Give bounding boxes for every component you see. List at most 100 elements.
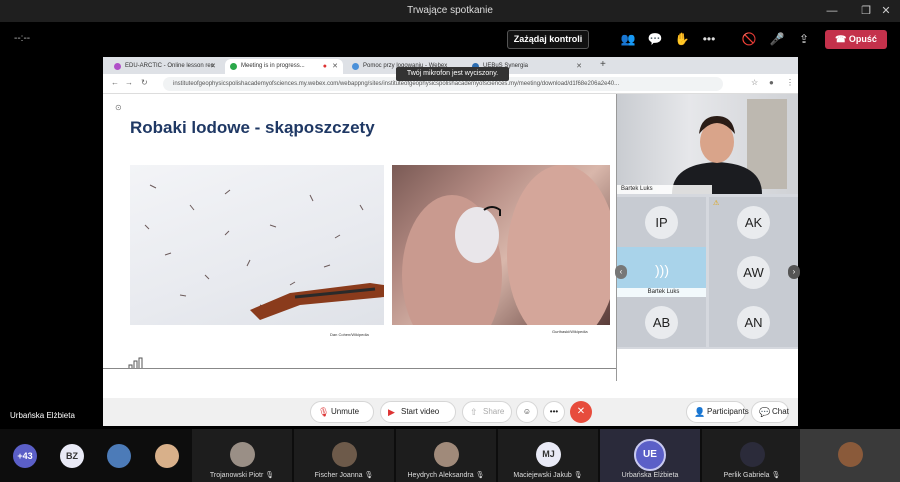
participant-video-tile[interactable]: Trojanowski Piotr 🎙	[192, 429, 292, 482]
request-control-button[interactable]: Zażądaj kontroli	[507, 30, 589, 49]
tab-favicon-icon	[352, 63, 359, 70]
participant-name: Fischer Joanna 🎙	[314, 472, 374, 479]
people-icon[interactable]: 👥	[619, 30, 637, 48]
more-options-icon[interactable]: •••	[700, 30, 718, 48]
reload-icon[interactable]: ↻	[141, 78, 148, 87]
mic-off-icon[interactable]: 🎤	[768, 30, 786, 48]
participant-avatar: AN	[737, 306, 770, 339]
participant-avatar[interactable]: BZ	[60, 444, 84, 468]
participant-tile[interactable]: IP	[617, 197, 706, 247]
active-speaker-video: Bartek Luks	[617, 94, 798, 194]
forward-icon[interactable]: →	[125, 78, 133, 87]
slide-title: Robaki lodowe - skąposzczety	[130, 118, 375, 137]
participant-avatar: AK	[737, 206, 770, 239]
tab-favicon-icon	[230, 63, 237, 70]
participant-avatar: AW	[737, 256, 770, 289]
leave-button[interactable]: ☎ Opuść	[825, 30, 887, 49]
participant-photo-avatar[interactable]	[107, 444, 131, 468]
window-title: Trwające spotkanie	[407, 5, 493, 16]
end-call-button[interactable]: ✕	[570, 401, 592, 423]
participant-name: Maciejewski Jakub 🎙	[513, 472, 583, 479]
meeting-toolbar: --:-- Zażądaj kontroli 👥 💬 ✋ ••• 🚫 🎤 ⇪ ☎…	[0, 22, 900, 56]
chat-label: Chat	[772, 407, 789, 416]
slide-divider	[103, 368, 617, 369]
chat-bubble-icon: 💬	[759, 407, 771, 417]
ice-worms-photo	[130, 165, 384, 325]
participant-video-tile[interactable]	[800, 429, 900, 482]
scroll-left-icon[interactable]: ‹	[615, 265, 627, 279]
mic-muted-icon: 🎙	[318, 407, 330, 417]
participant-photo	[740, 442, 765, 467]
mic-muted-tooltip: Twój mikrofon jest wyciszony.	[396, 67, 509, 81]
scroll-right-icon[interactable]: ›	[788, 265, 800, 279]
profile-icon[interactable]: ●	[769, 78, 774, 87]
video-name-label: Bartek Luks	[617, 185, 712, 194]
tab-close-icon[interactable]: ✕	[576, 59, 582, 74]
local-presenter-name: Urbańska Elżbieta	[10, 411, 75, 420]
info-icon: ⊙	[115, 103, 122, 112]
participants-button[interactable]: 👤 Participants	[686, 401, 749, 423]
tab-favicon-icon	[114, 63, 121, 70]
active-name-label: Bartek Luks	[617, 288, 706, 297]
participant-tile[interactable]: AW ›	[709, 247, 800, 297]
unmute-button[interactable]: 🎙 Unmute	[310, 401, 374, 423]
participant-tile[interactable]: AB	[617, 297, 706, 347]
active-speaker-tile[interactable]: ))) Bartek Luks ‹	[615, 247, 706, 297]
fingers-illustration	[402, 165, 610, 325]
recording-dot-icon: ●	[322, 63, 327, 70]
participant-photo	[434, 442, 459, 467]
participant-name: Perlik Gabriela 🎙	[723, 472, 781, 479]
tab-label: EDU-ARCTIC - Online lesson rec	[125, 63, 214, 69]
participants-label: Participants	[707, 407, 749, 416]
tab-close-icon[interactable]: ✕	[332, 59, 338, 74]
photo1-credit: Dan Cohen/Wikipedia	[330, 332, 369, 337]
new-tab-icon[interactable]: +	[600, 59, 606, 70]
ice-worm-closeup-photo	[392, 165, 610, 325]
camera-off-icon[interactable]: 🚫	[740, 30, 758, 48]
participant-photo	[838, 442, 863, 467]
browser-menu-icon[interactable]: ⋮	[786, 78, 794, 87]
participant-video-tile[interactable]: Fischer Joanna 🎙	[294, 429, 394, 482]
unmute-label: Unmute	[331, 407, 360, 416]
share-icon: ⇧	[470, 407, 478, 417]
chat-button[interactable]: 💬 Chat	[751, 401, 789, 423]
participant-video-tile[interactable]: Heydrych Aleksandra 🎙	[396, 429, 496, 482]
participant-avatar: UE	[634, 439, 666, 471]
meeting-timer: --:--	[14, 33, 31, 44]
webex-video-panel: Bartek Luks IP AK ⚠ ))) Bartek Luks ‹ AW…	[615, 94, 800, 349]
close-icon[interactable]: ✕	[872, 0, 900, 22]
webex-control-bar: 🎙 Unmute ▶ Start video ⇧ Share ☺ ••• ✕ 👤…	[103, 398, 798, 426]
participant-tile[interactable]: AN	[709, 297, 798, 347]
more-button[interactable]: •••	[543, 401, 565, 423]
title-bar: Trwające spotkanie — ❐ ✕	[0, 0, 900, 22]
photo2-credit: Gurthaski/Wikipedia	[552, 329, 588, 334]
participant-photo	[230, 442, 255, 467]
participant-avatar: IP	[645, 206, 678, 239]
participant-video-tile-active[interactable]: UE Urbańska Elżbieta	[600, 429, 700, 482]
back-icon[interactable]: ←	[111, 78, 119, 87]
tab-close-icon[interactable]: ✕	[210, 59, 216, 74]
share-label: Share	[483, 407, 505, 416]
participant-photo-avatar[interactable]	[155, 444, 179, 468]
more-participants-badge[interactable]: +43	[13, 444, 37, 468]
start-video-button[interactable]: ▶ Start video	[380, 401, 456, 423]
browser-tab-active[interactable]: Meeting is in progress... ● ✕	[225, 59, 343, 74]
bookmark-star-icon[interactable]: ☆	[751, 78, 758, 87]
participant-name: Trojanowski Piotr 🎙	[209, 472, 275, 479]
warning-icon: ⚠	[713, 200, 720, 207]
participants-icon: 👤	[694, 407, 706, 417]
browser-tab[interactable]: EDU-ARCTIC - Online lesson rec ✕	[109, 59, 221, 74]
share-button[interactable]: ⇧ Share	[462, 401, 512, 423]
participant-video-tile[interactable]: MJ Maciejewski Jakub 🎙	[498, 429, 598, 482]
chat-icon[interactable]: 💬	[646, 30, 664, 48]
video-off-icon: ▶	[388, 407, 395, 417]
raise-hand-icon[interactable]: ✋	[673, 30, 691, 48]
share-screen-icon[interactable]: ⇪	[795, 30, 813, 48]
speaking-icon: )))	[655, 262, 669, 278]
reactions-button[interactable]: ☺	[516, 401, 538, 423]
leave-label: Opuść	[848, 34, 877, 44]
participant-video-tile[interactable]: Perlik Gabriela 🎙	[702, 429, 802, 482]
participant-name: Urbańska Elżbieta	[621, 472, 679, 479]
participant-tile[interactable]: AK ⚠	[709, 197, 798, 247]
minimize-icon[interactable]: —	[818, 0, 846, 22]
